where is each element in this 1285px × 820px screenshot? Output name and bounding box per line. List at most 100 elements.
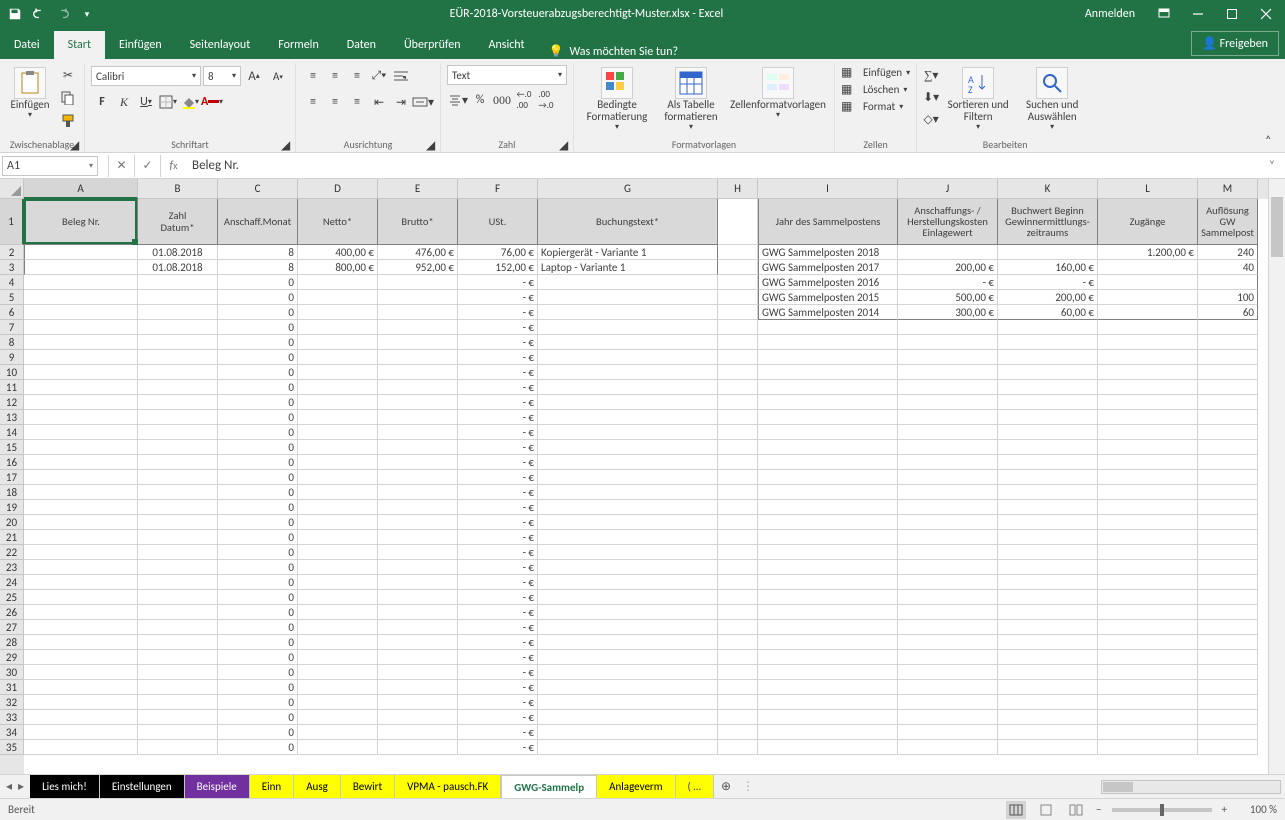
- font-dialog-launcher[interactable]: ◢: [281, 138, 293, 150]
- cell[interactable]: [138, 725, 218, 740]
- align-left-icon[interactable]: ≡: [302, 91, 324, 113]
- cell[interactable]: [298, 440, 378, 455]
- cell[interactable]: 0: [218, 425, 298, 440]
- cell[interactable]: [24, 395, 138, 410]
- cell[interactable]: [24, 350, 138, 365]
- qat-customize-icon[interactable]: ▾: [76, 3, 98, 25]
- cell[interactable]: [898, 620, 998, 635]
- tab-daten[interactable]: Daten: [333, 31, 390, 59]
- zoom-level[interactable]: 100 %: [1237, 803, 1277, 816]
- cell[interactable]: [24, 320, 138, 335]
- cell[interactable]: [538, 440, 718, 455]
- cell[interactable]: [1098, 620, 1198, 635]
- cell[interactable]: [898, 455, 998, 470]
- cell[interactable]: [298, 740, 378, 755]
- cell[interactable]: [1198, 725, 1258, 740]
- cell[interactable]: [298, 365, 378, 380]
- row-header[interactable]: 32: [0, 695, 24, 710]
- cell[interactable]: 0: [218, 635, 298, 650]
- cell[interactable]: [538, 395, 718, 410]
- cell[interactable]: [1098, 695, 1198, 710]
- cell[interactable]: GWG Sammelposten 2014: [758, 305, 898, 320]
- cell[interactable]: 76,00 €: [458, 245, 538, 260]
- row-header[interactable]: 27: [0, 620, 24, 635]
- cell[interactable]: [718, 635, 758, 650]
- cell[interactable]: [538, 545, 718, 560]
- cell[interactable]: [1098, 530, 1198, 545]
- cell[interactable]: [1098, 650, 1198, 665]
- increase-font-icon[interactable]: A▴: [243, 65, 265, 87]
- bold-button[interactable]: F: [91, 91, 113, 113]
- cell[interactable]: [298, 380, 378, 395]
- next-sheet-icon[interactable]: ▸: [18, 779, 24, 794]
- cell[interactable]: [758, 680, 898, 695]
- cell[interactable]: [758, 665, 898, 680]
- cell[interactable]: [538, 530, 718, 545]
- cell[interactable]: - €: [458, 275, 538, 290]
- cell[interactable]: [718, 545, 758, 560]
- cell[interactable]: [758, 350, 898, 365]
- page-break-view-icon[interactable]: [1066, 801, 1086, 819]
- sheet-tab[interactable]: VPMA - pausch.FK: [395, 775, 501, 798]
- row-header[interactable]: 13: [0, 410, 24, 425]
- cell[interactable]: [24, 440, 138, 455]
- cell[interactable]: [1198, 410, 1258, 425]
- cell[interactable]: [1198, 545, 1258, 560]
- cell[interactable]: 500,00 €: [898, 290, 998, 305]
- cell[interactable]: - €: [998, 275, 1098, 290]
- cell[interactable]: [998, 425, 1098, 440]
- cell[interactable]: [758, 590, 898, 605]
- cell[interactable]: [898, 725, 998, 740]
- decrease-font-icon[interactable]: A▾: [267, 65, 289, 87]
- cell[interactable]: [538, 605, 718, 620]
- cell[interactable]: [24, 455, 138, 470]
- cell[interactable]: [718, 199, 758, 245]
- cell[interactable]: [1198, 650, 1258, 665]
- cell[interactable]: [378, 500, 458, 515]
- cell[interactable]: 0: [218, 395, 298, 410]
- row-header[interactable]: 15: [0, 440, 24, 455]
- cell[interactable]: [1098, 545, 1198, 560]
- cell[interactable]: [758, 455, 898, 470]
- cell[interactable]: [24, 485, 138, 500]
- cell[interactable]: [758, 635, 898, 650]
- cell[interactable]: 8: [218, 245, 298, 260]
- share-button[interactable]: 👤 Freigeben: [1191, 31, 1279, 56]
- cell[interactable]: [298, 725, 378, 740]
- cell[interactable]: [1198, 740, 1258, 755]
- cell[interactable]: 0: [218, 695, 298, 710]
- tab-formeln[interactable]: Formeln: [264, 31, 332, 59]
- column-header[interactable]: L: [1098, 179, 1198, 199]
- cell[interactable]: [24, 245, 138, 260]
- row-header[interactable]: 34: [0, 725, 24, 740]
- column-header[interactable]: B: [138, 179, 218, 199]
- cell[interactable]: [1098, 710, 1198, 725]
- cell[interactable]: [998, 245, 1098, 260]
- cell[interactable]: [298, 575, 378, 590]
- cell[interactable]: [718, 395, 758, 410]
- cell[interactable]: [898, 470, 998, 485]
- format-painter-icon[interactable]: [58, 111, 78, 131]
- sheet-tab-nav[interactable]: ◂▸: [0, 775, 30, 798]
- cell[interactable]: [1098, 290, 1198, 305]
- cell[interactable]: [1198, 380, 1258, 395]
- cell[interactable]: [718, 590, 758, 605]
- cell[interactable]: [1098, 380, 1198, 395]
- cell[interactable]: [1198, 530, 1258, 545]
- cell[interactable]: GWG Sammelposten 2018: [758, 245, 898, 260]
- cell[interactable]: [138, 515, 218, 530]
- cell[interactable]: [718, 710, 758, 725]
- cell[interactable]: [538, 305, 718, 320]
- cell[interactable]: [898, 680, 998, 695]
- tab-ueberpruefen[interactable]: Überprüfen: [390, 31, 475, 59]
- cell[interactable]: [138, 620, 218, 635]
- cell[interactable]: - €: [458, 455, 538, 470]
- cell[interactable]: [298, 635, 378, 650]
- cell[interactable]: [1198, 620, 1258, 635]
- cell[interactable]: [298, 680, 378, 695]
- cell[interactable]: - €: [458, 410, 538, 425]
- cell[interactable]: [758, 605, 898, 620]
- column-header[interactable]: K: [998, 179, 1098, 199]
- cell[interactable]: [138, 425, 218, 440]
- cell[interactable]: [538, 320, 718, 335]
